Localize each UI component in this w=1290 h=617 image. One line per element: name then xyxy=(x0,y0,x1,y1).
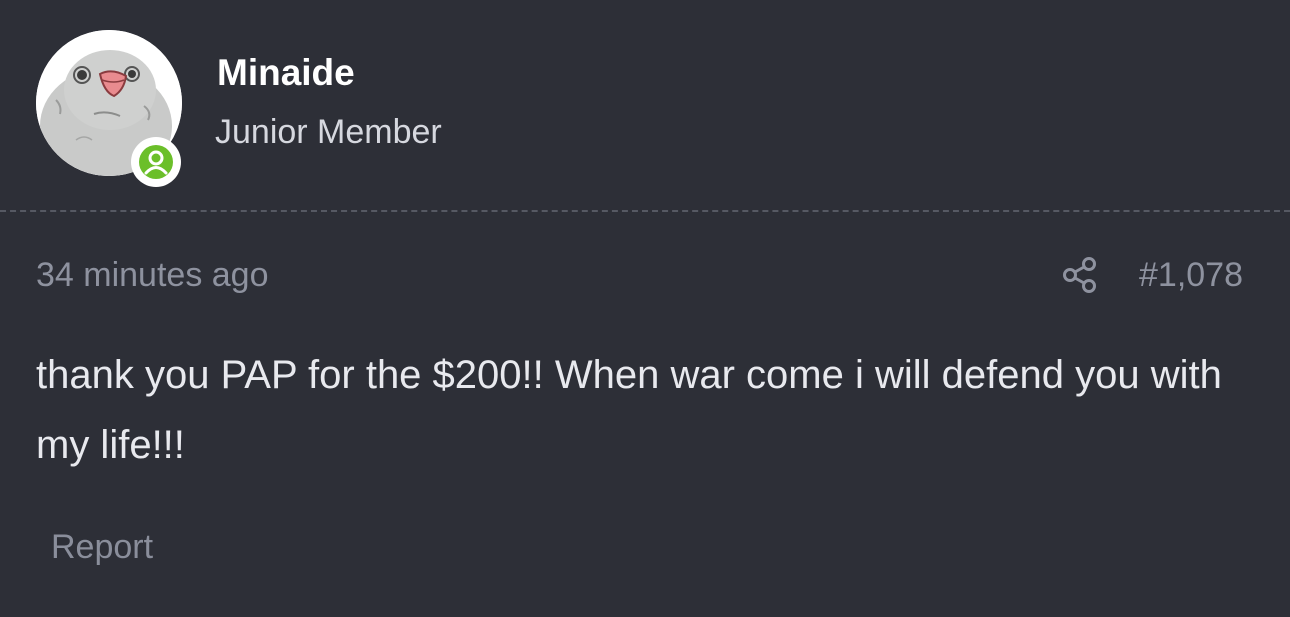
avatar-container[interactable] xyxy=(36,30,182,187)
share-icon[interactable] xyxy=(1062,256,1098,294)
post-message-body: thank you PAP for the $200!! When war co… xyxy=(36,353,1222,467)
online-user-icon xyxy=(139,145,173,179)
report-link[interactable]: Report xyxy=(51,528,153,567)
username-link[interactable]: Minaide xyxy=(217,52,355,94)
post-timestamp[interactable]: 34 minutes ago xyxy=(36,256,269,295)
user-title: Junior Member xyxy=(215,113,442,151)
post-author-header: Minaide Junior Member xyxy=(0,0,1290,212)
forum-post: Minaide Junior Member 34 minutes ago #1,… xyxy=(0,0,1290,617)
header-divider xyxy=(0,210,1290,212)
post-number-link[interactable]: #1,078 xyxy=(1139,256,1243,295)
online-status-badge xyxy=(131,137,181,187)
